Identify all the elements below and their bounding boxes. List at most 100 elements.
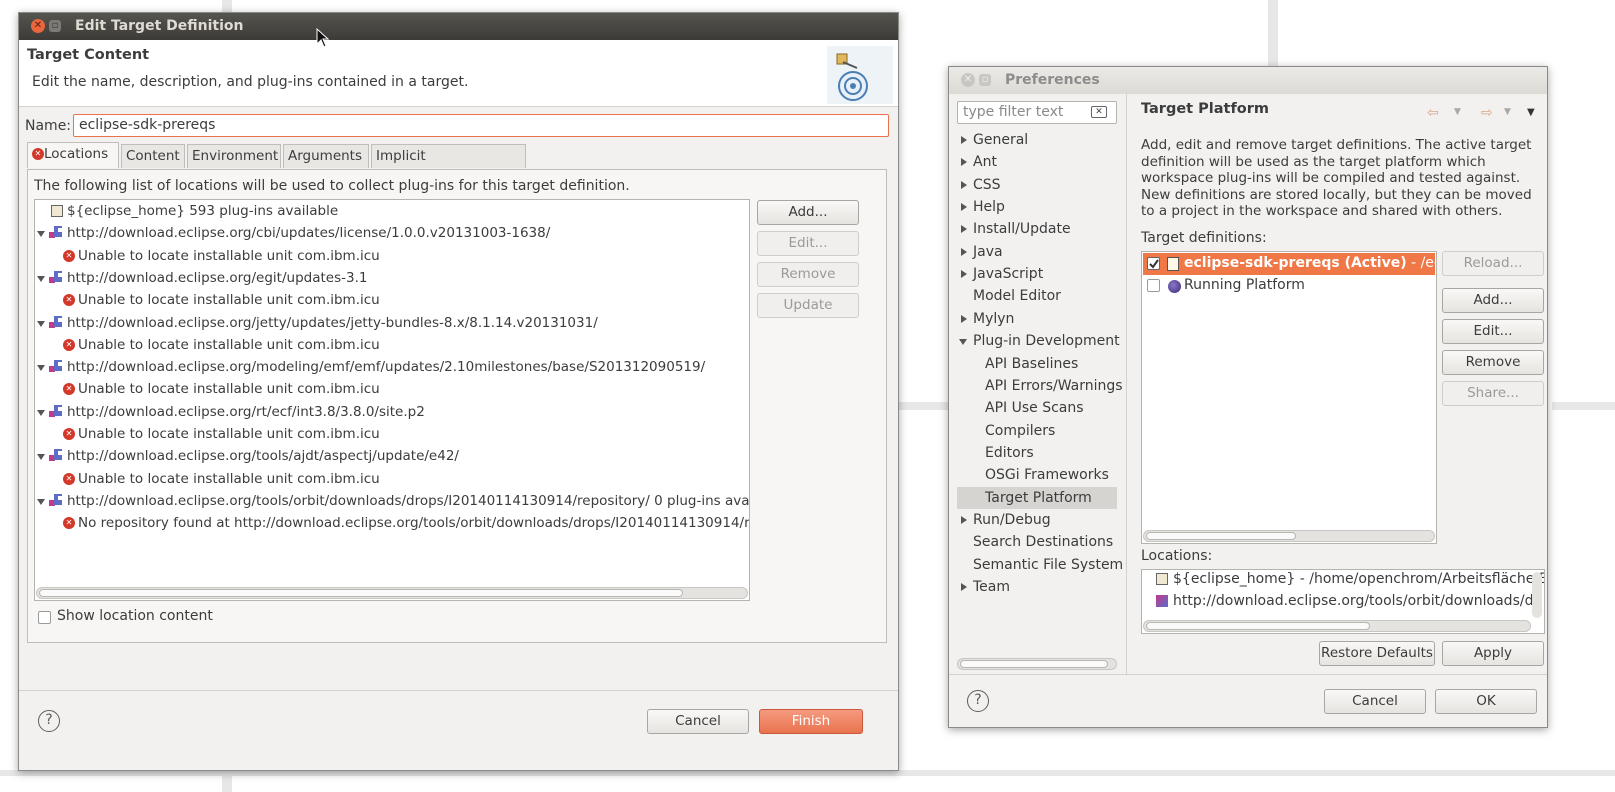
preference-item[interactable]: API Baselines bbox=[957, 353, 1117, 375]
preference-item[interactable]: Help bbox=[957, 196, 1117, 218]
preference-item-label: Team bbox=[973, 579, 1011, 595]
minimize-button[interactable]: ▫ bbox=[979, 74, 991, 86]
collapse-arrow-icon[interactable] bbox=[37, 365, 45, 372]
preference-item[interactable]: Team bbox=[957, 576, 1117, 598]
clear-filter-icon[interactable]: ✕ bbox=[1091, 106, 1107, 118]
update-button[interactable]: Update bbox=[757, 293, 859, 318]
expand-arrow-icon[interactable] bbox=[961, 203, 967, 212]
forward-dropdown-icon[interactable]: ▼ bbox=[1504, 107, 1511, 117]
update-site-icon bbox=[49, 270, 63, 284]
target-row[interactable]: Running Platform bbox=[1143, 275, 1435, 297]
collapse-arrow-icon[interactable] bbox=[37, 275, 45, 282]
forward-arrow-icon[interactable]: ⇨ bbox=[1481, 105, 1493, 121]
expand-arrow-icon[interactable] bbox=[961, 136, 967, 144]
preference-item[interactable]: Search Destinations bbox=[957, 531, 1117, 553]
location-item[interactable]: ${eclipse_home} - /home/openchrom/Arbeit… bbox=[1173, 571, 1544, 587]
help-icon[interactable]: ? bbox=[967, 690, 989, 712]
preference-item[interactable]: API Errors/Warnings bbox=[957, 375, 1123, 397]
view-menu-icon[interactable]: ▼ bbox=[1527, 107, 1535, 118]
collapse-arrow-icon[interactable] bbox=[959, 339, 967, 346]
help-icon[interactable]: ? bbox=[38, 710, 60, 732]
preference-item[interactable]: CSS bbox=[957, 174, 1117, 196]
target-definitions-table[interactable]: eclipse-sdk-prereqs (Active) - /eclipse … bbox=[1141, 251, 1437, 544]
collapse-arrow-icon[interactable] bbox=[37, 498, 45, 505]
collapse-arrow-icon[interactable] bbox=[37, 231, 45, 238]
update-site-icon bbox=[49, 360, 63, 373]
show-location-content-checkbox[interactable] bbox=[38, 611, 51, 624]
collapse-arrow-icon[interactable] bbox=[37, 409, 45, 416]
expand-arrow-icon[interactable] bbox=[961, 225, 967, 234]
error-icon: ✕ bbox=[63, 294, 75, 307]
active-target-checkbox[interactable] bbox=[1147, 257, 1160, 270]
tab-environment[interactable]: Environment bbox=[187, 144, 281, 168]
close-button[interactable]: ✕ bbox=[961, 73, 975, 87]
cancel-button[interactable]: Cancel bbox=[647, 709, 749, 734]
preference-item[interactable]: General bbox=[957, 129, 1117, 151]
horizontal-scrollbar[interactable] bbox=[957, 658, 1117, 670]
remove-button[interactable]: Remove bbox=[1442, 350, 1544, 375]
edit-button[interactable]: Edit... bbox=[1442, 319, 1544, 344]
expand-arrow-icon[interactable] bbox=[961, 180, 967, 189]
preference-item[interactable]: Compilers bbox=[957, 420, 1117, 442]
preference-item[interactable]: Editors bbox=[957, 442, 1117, 464]
location-item[interactable]: http://download.eclipse.org/tools/orbit/… bbox=[1173, 593, 1537, 609]
preference-item[interactable]: OSGi Frameworks bbox=[957, 464, 1117, 486]
back-arrow-icon[interactable]: ⇦ bbox=[1427, 105, 1439, 121]
minimize-button[interactable]: ▫ bbox=[49, 20, 61, 32]
target-row-selected[interactable]: eclipse-sdk-prereqs (Active) - /eclipse bbox=[1143, 253, 1436, 275]
finish-button[interactable]: Finish bbox=[759, 709, 863, 734]
ok-button[interactable]: OK bbox=[1435, 689, 1537, 714]
name-input[interactable]: eclipse-sdk-prereqs bbox=[73, 114, 889, 137]
apply-button[interactable]: Apply bbox=[1442, 641, 1544, 666]
vertical-scrollbar[interactable] bbox=[1532, 572, 1542, 618]
expand-arrow-icon[interactable] bbox=[961, 583, 967, 591]
tab-implicit-dependencies[interactable]: Implicit Dependencies bbox=[371, 144, 526, 186]
collapse-arrow-icon[interactable] bbox=[37, 454, 45, 461]
horizontal-scrollbar[interactable] bbox=[1143, 530, 1435, 542]
tab-content[interactable]: Content bbox=[121, 144, 185, 168]
preferences-dialog: ✕ ▫ Preferences type filter text ✕ Gener… bbox=[948, 66, 1548, 728]
horizontal-scrollbar[interactable] bbox=[36, 587, 748, 599]
expand-arrow-icon[interactable] bbox=[961, 247, 967, 256]
scrollbar-thumb[interactable] bbox=[39, 589, 683, 597]
preference-item-label: API Baselines bbox=[985, 355, 1079, 372]
close-button[interactable]: ✕ bbox=[31, 19, 45, 33]
expand-arrow-icon[interactable] bbox=[961, 158, 967, 167]
location-label: Unable to locate installable unit com.ib… bbox=[78, 470, 380, 487]
collapse-arrow-icon[interactable] bbox=[37, 320, 45, 327]
reload-button[interactable]: Reload... bbox=[1442, 251, 1544, 276]
tab-locations[interactable]: ✕ Locations bbox=[27, 142, 119, 168]
remove-button[interactable]: Remove bbox=[757, 262, 859, 287]
cancel-button[interactable]: Cancel bbox=[1324, 689, 1426, 714]
preference-item[interactable]: Plug-in Development bbox=[957, 330, 1120, 352]
target-checkbox[interactable] bbox=[1147, 279, 1160, 292]
preference-item[interactable]: Run/Debug bbox=[957, 509, 1117, 531]
locations-tree[interactable]: ${eclipse_home} 593 plug-ins available ht… bbox=[34, 199, 750, 601]
preference-item[interactable]: Ant bbox=[957, 151, 1117, 173]
scrollbar-thumb[interactable] bbox=[1146, 622, 1370, 630]
locations-list[interactable]: ${eclipse_home} - /home/openchrom/Arbeit… bbox=[1141, 569, 1545, 634]
add-button[interactable]: Add... bbox=[1442, 288, 1544, 313]
preference-item[interactable]: Install/Update bbox=[957, 218, 1117, 240]
tab-arguments[interactable]: Arguments bbox=[283, 144, 369, 168]
scrollbar-thumb[interactable] bbox=[960, 660, 1108, 668]
preference-item[interactable]: Model Editor bbox=[957, 285, 1117, 307]
expand-arrow-icon[interactable] bbox=[961, 270, 967, 279]
scrollbar-thumb[interactable] bbox=[1146, 532, 1296, 540]
preference-item-label: Search Destinations bbox=[973, 534, 1114, 551]
add-button[interactable]: Add... bbox=[757, 200, 859, 225]
preference-item[interactable]: Target Platform bbox=[957, 486, 1117, 509]
restore-defaults-button[interactable]: Restore Defaults bbox=[1319, 641, 1435, 666]
target-name: Running Platform bbox=[1184, 277, 1305, 293]
preference-item[interactable]: Semantic File System bbox=[957, 554, 1123, 576]
expand-arrow-icon[interactable] bbox=[961, 314, 967, 323]
horizontal-scrollbar[interactable] bbox=[1143, 620, 1531, 632]
expand-arrow-icon[interactable] bbox=[961, 515, 967, 524]
preference-item[interactable]: API Use Scans bbox=[957, 397, 1117, 419]
preference-item[interactable]: Java bbox=[957, 241, 1117, 263]
preference-item[interactable]: JavaScript bbox=[957, 263, 1117, 285]
share-button[interactable]: Share... bbox=[1442, 381, 1544, 406]
back-dropdown-icon[interactable]: ▼ bbox=[1454, 107, 1461, 117]
edit-button[interactable]: Edit... bbox=[757, 231, 859, 256]
preference-item[interactable]: Mylyn bbox=[957, 308, 1117, 330]
